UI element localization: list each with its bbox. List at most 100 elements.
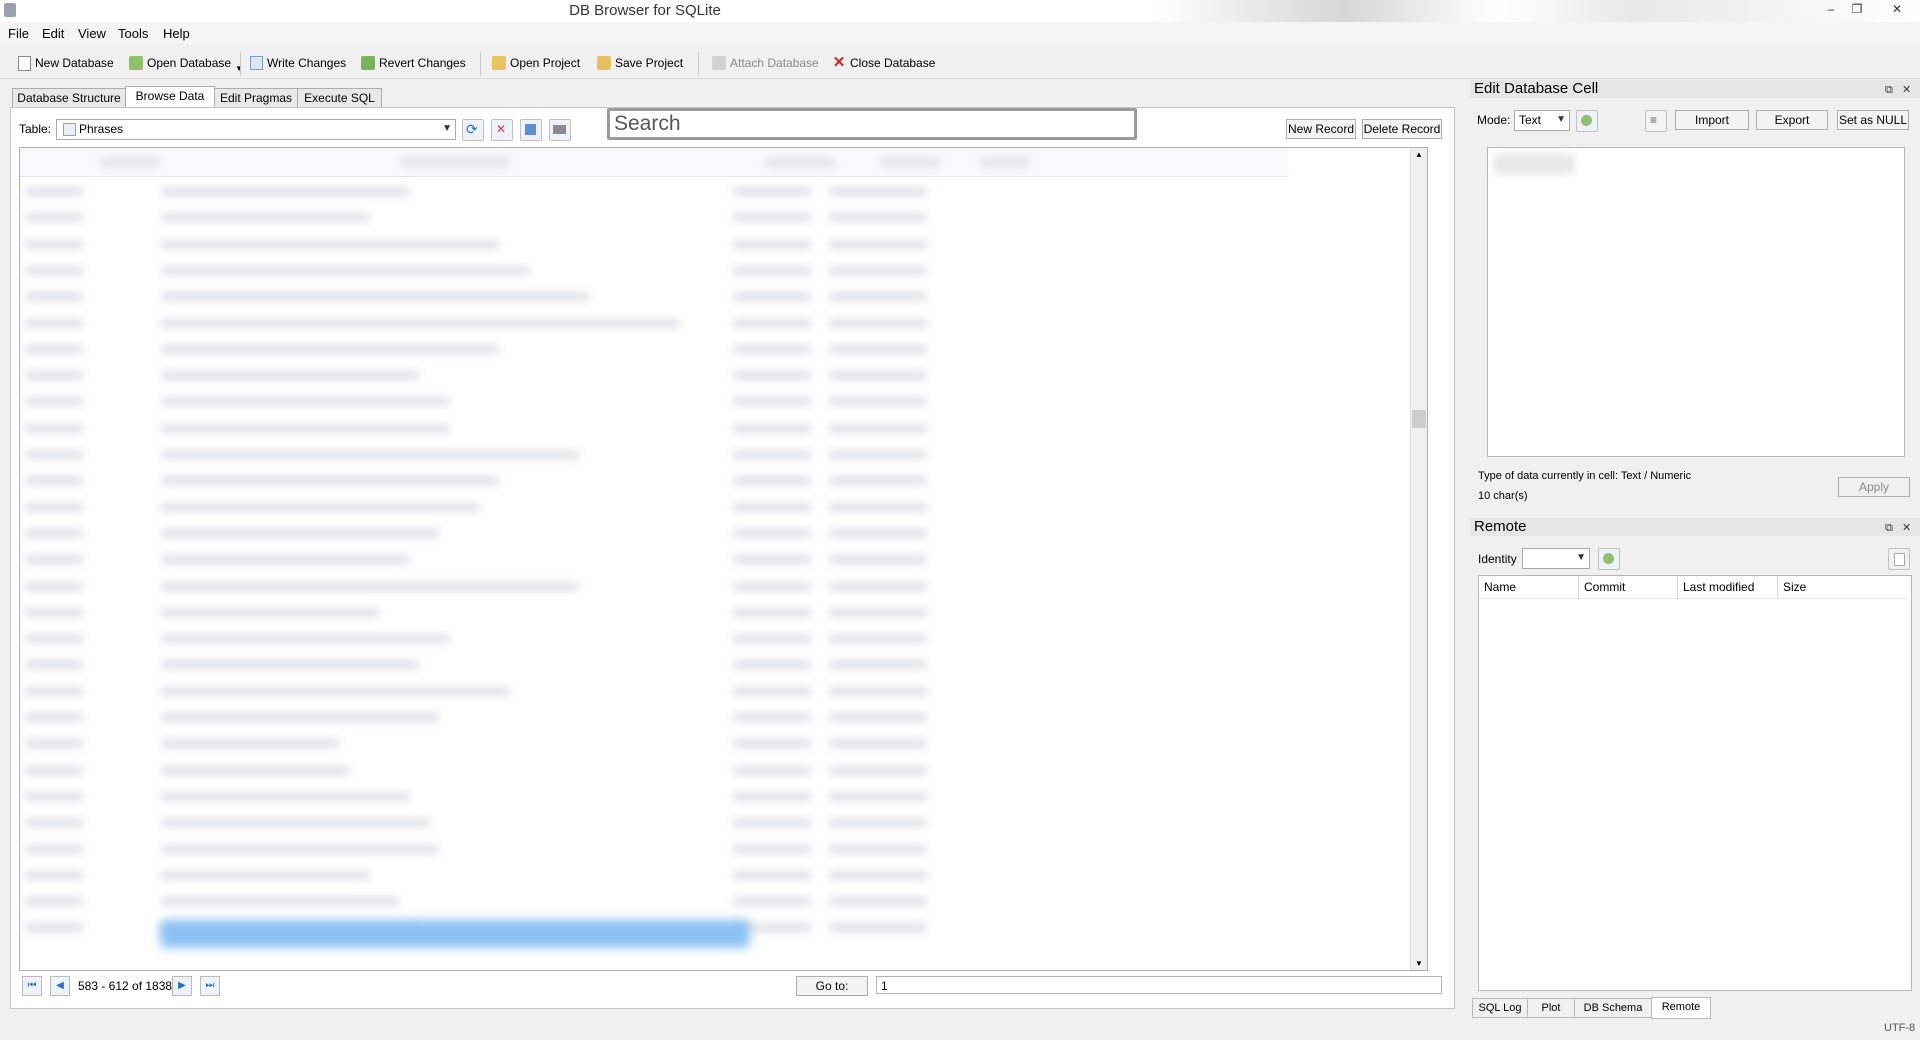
goto-input[interactable]: 1 <box>876 976 1442 994</box>
menu-edit[interactable]: Edit <box>42 26 64 41</box>
table-cell <box>160 344 500 354</box>
save-table-button[interactable] <box>520 119 542 141</box>
tab-plot[interactable]: Plot <box>1527 998 1575 1018</box>
table-row[interactable] <box>20 283 1288 309</box>
menu-view[interactable]: View <box>78 26 106 41</box>
import-button[interactable]: Import <box>1675 110 1749 130</box>
table-row[interactable] <box>20 625 1288 651</box>
table-row[interactable] <box>20 704 1288 730</box>
table-cell <box>24 634 84 644</box>
remote-push-button[interactable] <box>1888 548 1910 570</box>
table-row[interactable] <box>20 257 1288 283</box>
table-row[interactable] <box>20 467 1288 493</box>
table-row[interactable] <box>20 836 1288 862</box>
remote-col-commit[interactable]: Commit <box>1584 580 1625 594</box>
identity-select[interactable]: ▼ <box>1522 548 1590 569</box>
tab-remote[interactable]: Remote <box>1651 997 1711 1019</box>
clear-filter-icon: ✕ <box>496 122 507 136</box>
remote-col-last-modified[interactable]: Last modified <box>1683 580 1754 594</box>
tab-sql-log[interactable]: SQL Log <box>1472 998 1528 1018</box>
table-cell <box>828 502 928 512</box>
minimize-button[interactable]: – <box>1820 2 1842 18</box>
table-row[interactable] <box>20 231 1288 257</box>
table-row[interactable] <box>20 362 1288 388</box>
menu-tools[interactable]: Tools <box>118 26 148 41</box>
clear-filters-button[interactable]: ✕ <box>491 119 513 141</box>
table-row[interactable] <box>20 888 1288 914</box>
table-cell <box>828 292 928 302</box>
table-row[interactable] <box>20 862 1288 888</box>
revert-changes-button[interactable]: Revert Changes <box>361 54 466 72</box>
write-changes-button[interactable]: Write Changes <box>250 54 346 72</box>
grid-rows[interactable] <box>20 176 1288 970</box>
table-row[interactable] <box>20 730 1288 756</box>
table-row[interactable] <box>20 546 1288 572</box>
first-page-button[interactable]: ⏮ <box>22 976 42 996</box>
scroll-thumb[interactable] <box>1412 410 1426 428</box>
table-row[interactable] <box>20 809 1288 835</box>
menu-help[interactable]: Help <box>163 26 190 41</box>
open-project-button[interactable]: Open Project <box>492 54 580 72</box>
prev-page-button[interactable]: ◀ <box>50 976 70 996</box>
table-row[interactable] <box>20 388 1288 414</box>
table-cell <box>828 581 928 591</box>
scroll-up-icon[interactable]: ▲ <box>1415 150 1423 159</box>
table-row[interactable] <box>20 599 1288 625</box>
table-row[interactable] <box>20 310 1288 336</box>
table-row[interactable] <box>20 178 1288 204</box>
close-database-button[interactable]: ✕ Close Database <box>832 54 936 72</box>
close-icon[interactable]: ✕ <box>1902 81 1911 99</box>
search-input[interactable]: Search <box>607 108 1137 140</box>
tab-edit-pragmas[interactable]: Edit Pragmas <box>214 88 298 108</box>
table-row[interactable] <box>20 651 1288 677</box>
next-page-button[interactable]: ▶ <box>172 976 192 996</box>
save-project-button[interactable]: Save Project <box>597 54 683 72</box>
table-row[interactable] <box>20 783 1288 809</box>
menu-file[interactable]: File <box>8 26 29 41</box>
table-row[interactable] <box>20 757 1288 783</box>
auto-switch-mode-button[interactable] <box>1576 110 1598 132</box>
print-button[interactable] <box>549 119 571 141</box>
attach-database-button[interactable]: Attach Database <box>712 54 819 72</box>
word-wrap-button[interactable]: ≡ <box>1645 110 1667 132</box>
tab-execute-sql[interactable]: Execute SQL <box>297 88 382 108</box>
vertical-scrollbar[interactable]: ▲ ▼ <box>1410 148 1427 970</box>
cell-editor[interactable] <box>1487 147 1905 457</box>
table-row[interactable] <box>20 415 1288 441</box>
delete-record-button[interactable]: Delete Record <box>1362 119 1442 139</box>
table-row[interactable] <box>20 494 1288 520</box>
float-icon[interactable]: ⧉ <box>1885 81 1893 99</box>
refresh-button[interactable]: ⟳ <box>462 119 484 141</box>
tab-browse-data[interactable]: Browse Data <box>125 86 215 109</box>
open-database-button[interactable]: Open Database ▼ <box>129 54 243 73</box>
table-row[interactable] <box>20 678 1288 704</box>
remote-tree[interactable] <box>1478 575 1912 991</box>
set-null-button[interactable]: Set as NULL <box>1837 110 1909 130</box>
tab-database-structure[interactable]: Database Structure <box>12 88 126 108</box>
table-row[interactable] <box>20 520 1288 546</box>
restore-button[interactable]: ❐ <box>1846 2 1868 18</box>
scroll-down-icon[interactable]: ▼ <box>1415 959 1423 968</box>
mode-select[interactable]: Text ▼ <box>1514 110 1570 131</box>
table-row[interactable] <box>20 336 1288 362</box>
selected-row[interactable] <box>160 920 750 948</box>
tab-db-schema[interactable]: DB Schema <box>1574 998 1652 1018</box>
remote-col-size[interactable]: Size <box>1783 580 1806 594</box>
goto-button[interactable]: Go to: <box>796 976 868 996</box>
last-page-button[interactable]: ⏭ <box>200 976 220 996</box>
remote-col-name[interactable]: Name <box>1484 580 1516 594</box>
apply-button[interactable]: Apply <box>1838 477 1910 497</box>
table-cell <box>732 344 812 354</box>
new-record-button[interactable]: New Record <box>1286 119 1356 139</box>
close-icon[interactable]: ✕ <box>1902 519 1911 537</box>
table-row[interactable] <box>20 573 1288 599</box>
close-window-button[interactable]: ✕ <box>1886 2 1908 18</box>
export-button[interactable]: Export <box>1756 110 1828 130</box>
identity-settings-button[interactable] <box>1598 548 1620 570</box>
new-database-button[interactable]: New Database <box>18 54 114 72</box>
table-row[interactable] <box>20 204 1288 230</box>
table-row[interactable] <box>20 441 1288 467</box>
data-grid[interactable]: ▲ ▼ <box>19 147 1428 971</box>
table-select[interactable]: Phrases ▼ <box>56 119 456 140</box>
float-icon[interactable]: ⧉ <box>1885 519 1893 537</box>
